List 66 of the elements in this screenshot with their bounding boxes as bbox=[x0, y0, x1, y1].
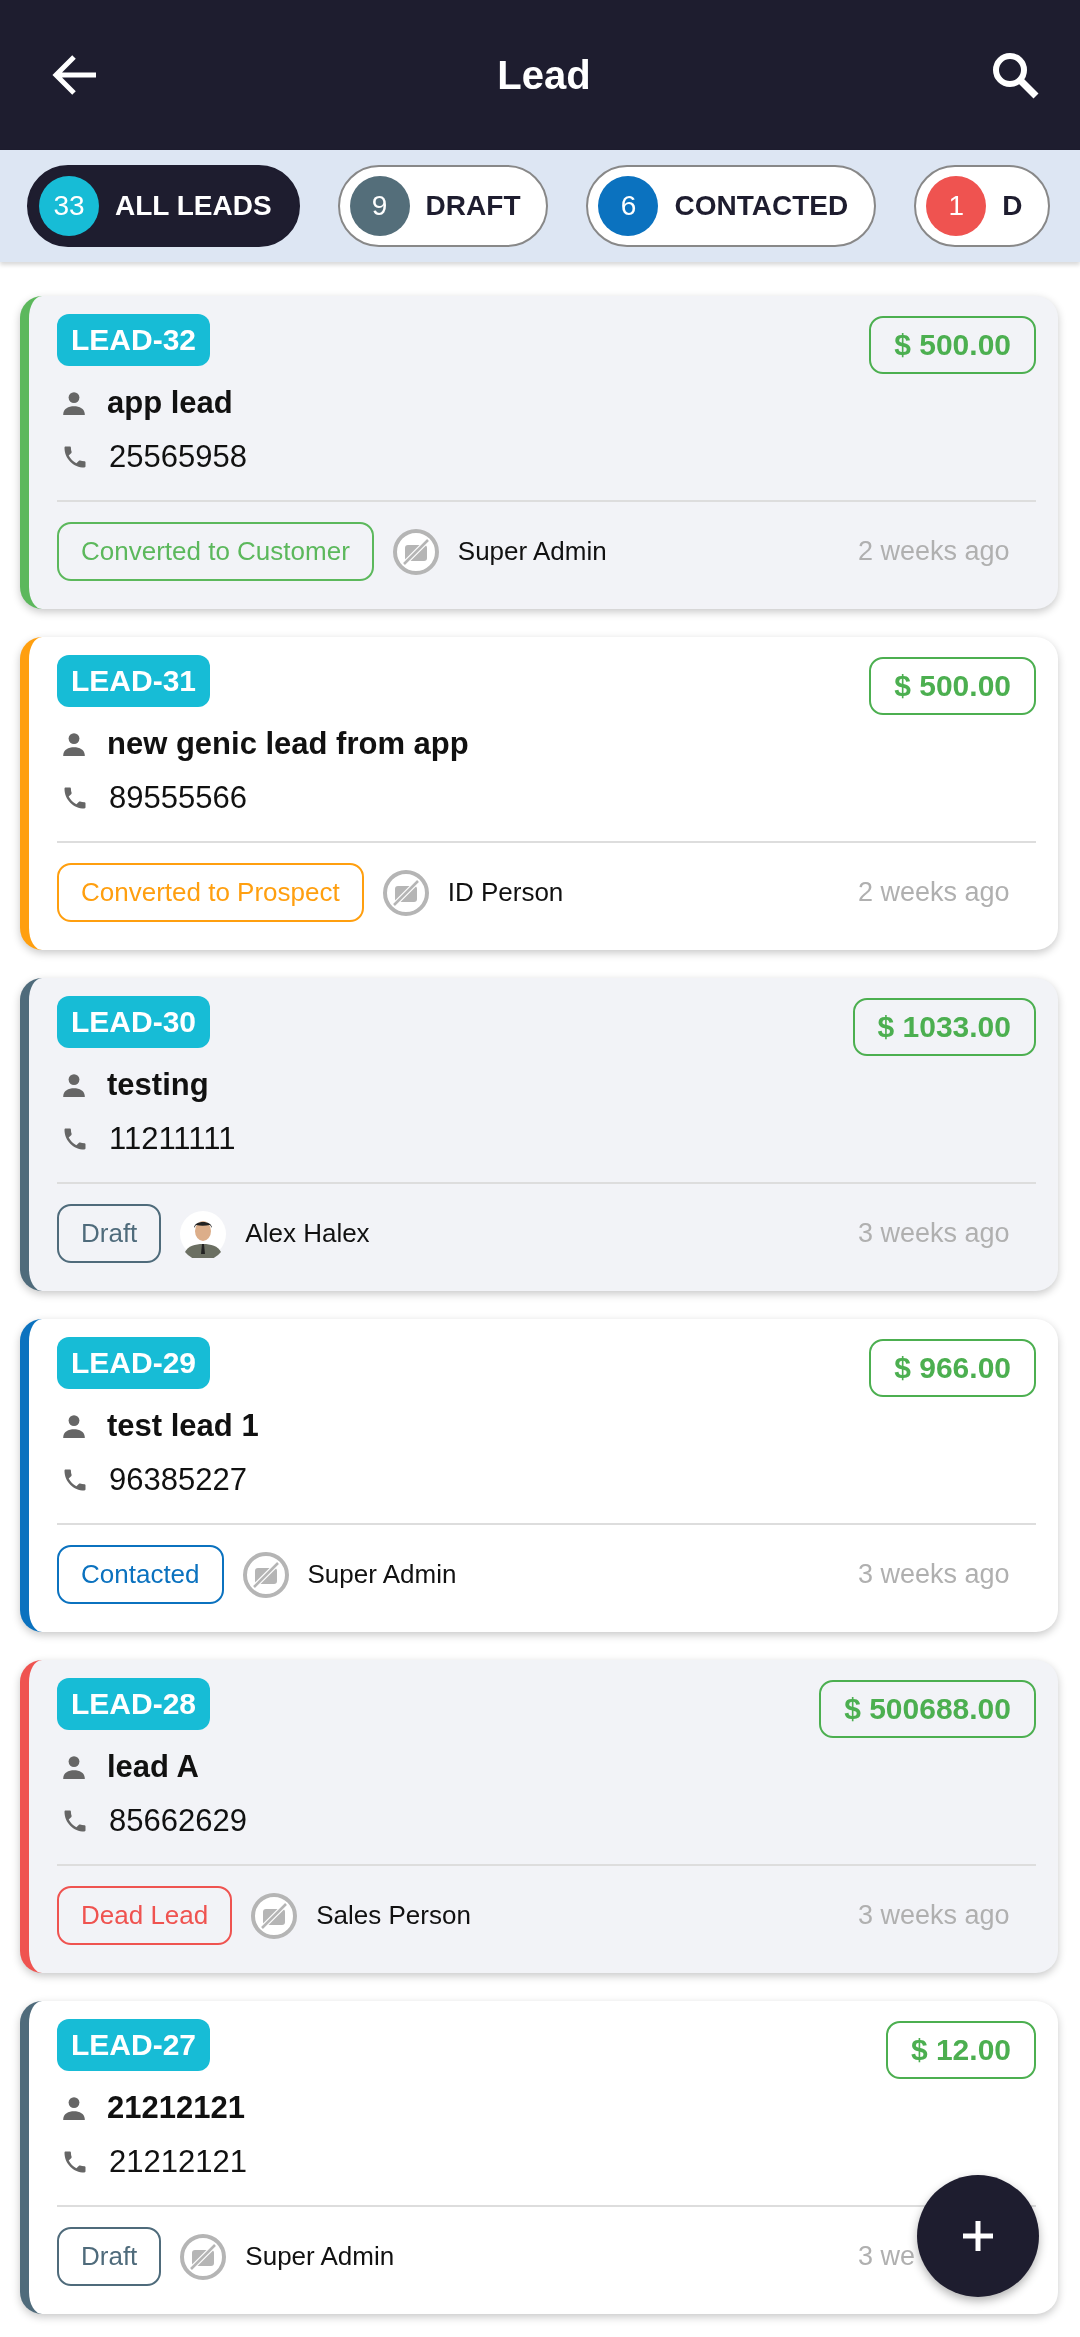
amount-badge: $ 500.00 bbox=[869, 657, 1036, 715]
status-badge: Draft bbox=[57, 2227, 162, 2286]
amount-badge: $ 500.00 bbox=[869, 316, 1036, 374]
page-title: Lead bbox=[497, 52, 591, 98]
time-ago: 2 weeks ago bbox=[858, 536, 1011, 567]
owner-name: ID Person bbox=[447, 877, 564, 908]
phone-number: 96385227 bbox=[109, 1462, 247, 1498]
lead-card[interactable]: LEAD-29 $ 966.00 test lead 1 96385227 Contacted Super Admin 3 weeks ago bbox=[20, 1319, 1058, 1632]
lead-name: app lead bbox=[107, 385, 233, 421]
filter-tab[interactable]: 9 DRAFT bbox=[337, 165, 549, 247]
time-ago: 3 weeks ago bbox=[858, 1900, 1011, 1931]
amount-badge: $ 1033.00 bbox=[852, 998, 1036, 1056]
filter-tab[interactable]: 6 CONTACTED bbox=[586, 165, 877, 247]
count-badge: 33 bbox=[39, 176, 99, 236]
amount-badge: $ 966.00 bbox=[869, 1339, 1036, 1397]
owner-name: Alex Halex bbox=[245, 1218, 370, 1249]
phone-number: 21212121 bbox=[109, 2144, 247, 2180]
lead-code-badge: LEAD-32 bbox=[57, 314, 211, 366]
lead-name: lead A bbox=[107, 1749, 199, 1785]
phone-number: 85662629 bbox=[109, 1803, 247, 1839]
status-badge: Dead Lead bbox=[57, 1886, 233, 1945]
time-ago: 3 weeks ago bbox=[858, 1218, 1011, 1249]
count-badge: 1 bbox=[926, 176, 987, 236]
lead-name: 21212121 bbox=[107, 2090, 245, 2126]
amount-badge: $ 500688.00 bbox=[819, 1680, 1036, 1738]
lead-card[interactable]: LEAD-28 $ 500688.00 lead A 85662629 Dead Lead Sales Person 3 weeks ago bbox=[20, 1660, 1058, 1973]
person-icon bbox=[61, 1072, 87, 1098]
lead-code-badge: LEAD-30 bbox=[57, 996, 211, 1048]
owner-name: Super Admin bbox=[245, 2241, 395, 2272]
lead-code-badge: LEAD-31 bbox=[57, 655, 211, 707]
lead-name: new genic lead from app bbox=[107, 726, 469, 762]
count-badge: 9 bbox=[349, 176, 410, 236]
lead-card[interactable]: LEAD-30 $ 1033.00 testing 11211111 Draft Alex Halex 3 weeks ago bbox=[20, 978, 1058, 1291]
phone-number: 89555566 bbox=[109, 780, 247, 816]
person-icon bbox=[61, 390, 87, 416]
count-badge: 6 bbox=[598, 176, 659, 236]
person-icon bbox=[61, 731, 87, 757]
time-ago: 3 we bbox=[858, 2241, 917, 2272]
amount-badge: $ 12.00 bbox=[885, 2021, 1036, 2079]
phone-number: 25565958 bbox=[109, 439, 247, 475]
status-badge: Contacted bbox=[57, 1545, 224, 1604]
person-icon bbox=[61, 1754, 87, 1780]
phone-number: 11211111 bbox=[109, 1121, 236, 1157]
person-icon bbox=[61, 2095, 87, 2121]
lead-code-badge: LEAD-29 bbox=[57, 1337, 211, 1389]
time-ago: 3 weeks ago bbox=[858, 1559, 1011, 1590]
lead-code-badge: LEAD-28 bbox=[57, 1678, 211, 1730]
lead-name: testing bbox=[107, 1067, 209, 1103]
status-badge: Converted to Customer bbox=[57, 522, 374, 581]
lead-code-badge: LEAD-27 bbox=[57, 2019, 211, 2071]
status-badge: Draft bbox=[57, 1204, 162, 1263]
owner-name: Super Admin bbox=[307, 1559, 457, 1590]
plus-icon bbox=[960, 2218, 996, 2254]
person-icon bbox=[61, 1413, 87, 1439]
filter-tab[interactable]: 33 ALL LEADS bbox=[27, 165, 300, 247]
owner-name: Sales Person bbox=[316, 1900, 471, 1931]
lead-card[interactable]: LEAD-32 $ 500.00 app lead 25565958 Converted to Customer Super Admin 2 weeks ago bbox=[20, 296, 1058, 609]
owner-name: Super Admin bbox=[457, 536, 607, 567]
search-icon[interactable] bbox=[990, 50, 1040, 100]
lead-card[interactable]: LEAD-27 $ 12.00 21212121 21212121 Draft Super Admin 3 we bbox=[20, 2001, 1058, 2314]
back-icon[interactable] bbox=[52, 54, 98, 96]
time-ago: 2 weeks ago bbox=[858, 877, 1011, 908]
lead-card[interactable]: LEAD-31 $ 500.00 new genic lead from app 89555566 Converted to Prospect ID Person 2 weeks ago bbox=[20, 637, 1058, 950]
lead-name: test lead 1 bbox=[107, 1408, 259, 1444]
filter-tab[interactable]: 1 D bbox=[914, 165, 1051, 247]
status-badge: Converted to Prospect bbox=[57, 863, 364, 922]
